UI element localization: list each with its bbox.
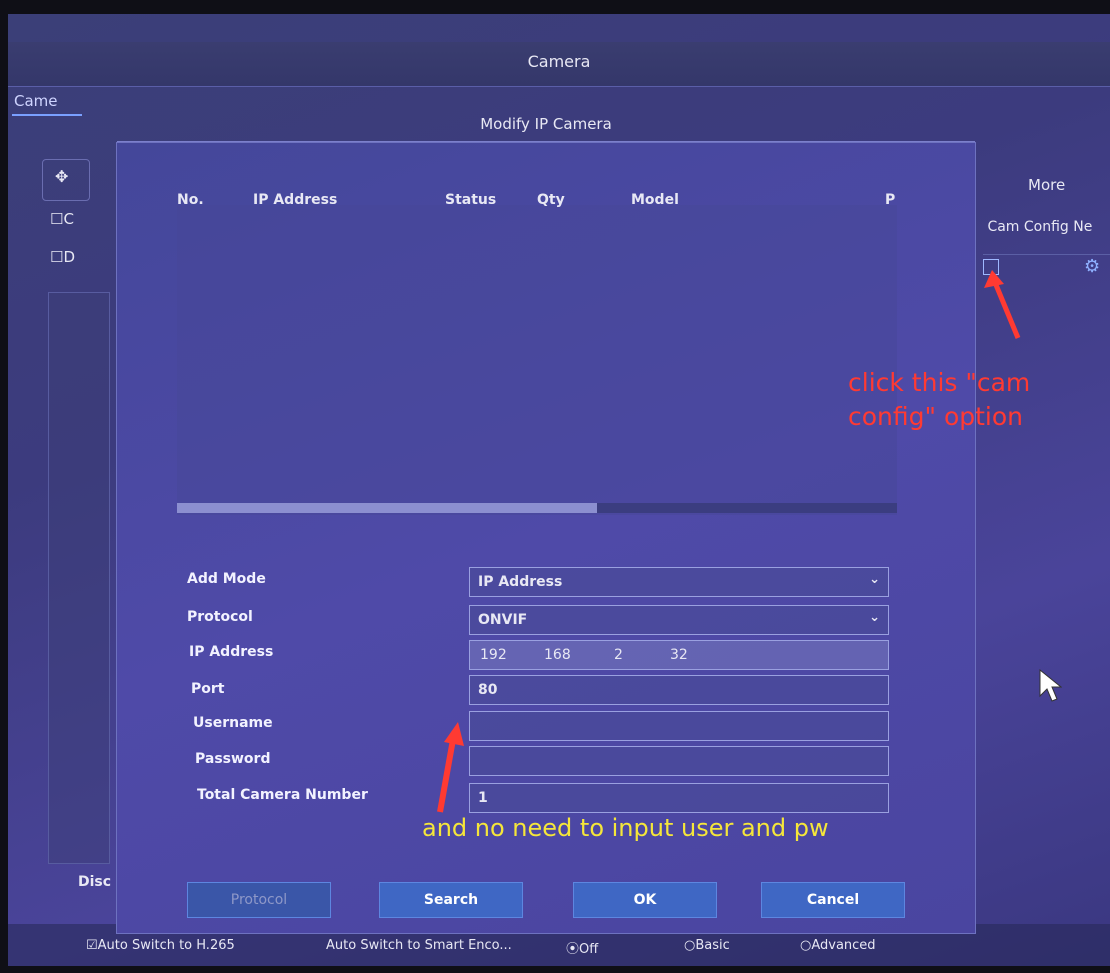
chevron-down-icon: ⌄	[869, 572, 880, 587]
table-header: No. IP Address Status Qty Model P	[177, 188, 897, 214]
title-bar: Camera	[8, 42, 1110, 87]
col-header-p: P	[885, 192, 896, 208]
protocol-button[interactable]: Protocol	[187, 882, 331, 918]
protocol-label: Protocol	[187, 609, 253, 625]
username-field[interactable]	[469, 711, 889, 741]
tab-active-underline	[12, 114, 82, 116]
search-results-table	[177, 205, 897, 515]
annotation-red-arrow	[984, 270, 1021, 339]
ip-address-field[interactable]: 192 168 2 32	[469, 640, 889, 670]
ok-button[interactable]: OK	[573, 882, 717, 918]
annotation-yellow-note: and no need to input user and pw	[422, 814, 829, 842]
protocol-select[interactable]: ONVIF ⌄	[469, 605, 889, 635]
add-mode-value: IP Address	[478, 574, 563, 590]
col-header-no: No.	[177, 192, 204, 208]
smart-off-radio[interactable]: ⦿Off	[566, 938, 598, 957]
chevron-down-icon: ⌄	[869, 610, 880, 625]
settings-button[interactable]: ✥	[42, 159, 90, 201]
ip-octet-1: 192	[480, 647, 507, 663]
ip-octet-2: 168	[544, 647, 571, 663]
smart-advanced-radio[interactable]: ○Advanced	[800, 938, 876, 953]
ip-address-label: IP Address	[189, 644, 274, 660]
total-camera-number-value: 1	[478, 790, 488, 806]
annotation-red-arrow-2	[437, 722, 464, 813]
col-header-qty: Qty	[537, 192, 565, 208]
dialog-title-divider	[117, 141, 975, 142]
search-button[interactable]: Search	[379, 882, 523, 918]
more-button[interactable]: More	[1028, 176, 1065, 194]
gear-icon: ✥	[55, 167, 69, 186]
row-divider	[983, 254, 1110, 255]
discover-button[interactable]: Disc	[78, 874, 111, 890]
auto-switch-smart-label: Auto Switch to Smart Enco...	[326, 938, 512, 953]
password-field[interactable]	[469, 746, 889, 776]
col-header-model: Model	[631, 192, 679, 208]
port-field[interactable]: 80	[469, 675, 889, 705]
col-header-status: Status	[445, 192, 497, 208]
gear-icon[interactable]: ⚙	[1084, 256, 1100, 277]
bg-row-checkbox-2[interactable]: ☐D	[50, 248, 75, 266]
ip-octet-4: 32	[670, 647, 688, 663]
total-camera-number-label: Total Camera Number	[197, 787, 368, 803]
add-mode-select[interactable]: IP Address ⌄	[469, 567, 889, 597]
protocol-value: ONVIF	[478, 612, 528, 628]
cam-config-column-header: Cam Config Ne	[983, 219, 1093, 235]
bg-left-panel	[48, 292, 110, 864]
username-label: Username	[193, 715, 273, 731]
tab-camera[interactable]: Came	[14, 92, 58, 110]
table-scrollbar-thumb[interactable]	[177, 503, 597, 513]
password-label: Password	[195, 751, 271, 767]
col-header-ip-address: IP Address	[253, 192, 338, 208]
port-label: Port	[191, 681, 225, 697]
mouse-cursor-icon	[1039, 668, 1062, 702]
bg-row-checkbox-1[interactable]: ☐C	[50, 210, 74, 228]
cancel-button[interactable]: Cancel	[761, 882, 905, 918]
total-camera-number-field[interactable]: 1	[469, 783, 889, 813]
port-value: 80	[478, 682, 498, 698]
auto-switch-h265-checkbox[interactable]: ☑Auto Switch to H.265	[86, 938, 235, 953]
ip-octet-3: 2	[614, 647, 623, 663]
window-title: Camera	[527, 52, 591, 71]
annotation-red-note: click this "cam config" option	[848, 368, 1031, 431]
dialog-title: Modify IP Camera	[480, 115, 612, 133]
smart-basic-radio[interactable]: ○Basic	[684, 938, 730, 953]
add-mode-label: Add Mode	[187, 571, 266, 587]
